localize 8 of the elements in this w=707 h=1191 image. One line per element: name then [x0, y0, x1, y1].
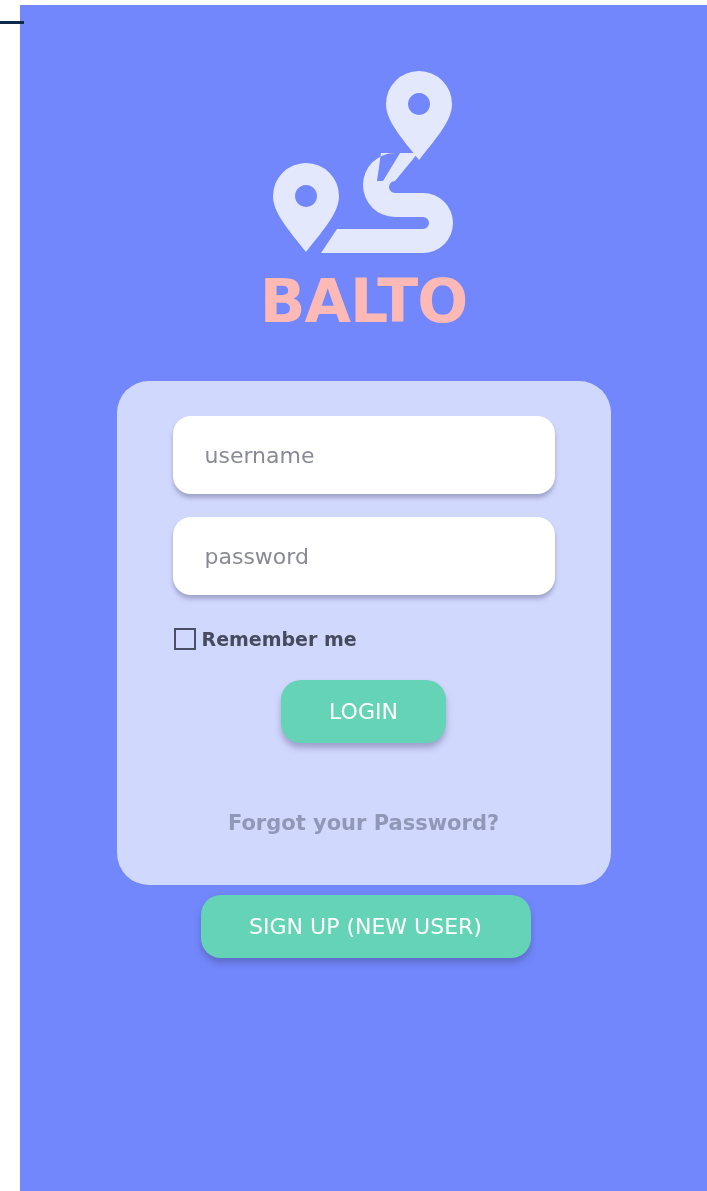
- username-field[interactable]: username: [172, 416, 555, 494]
- remember-checkbox[interactable]: [173, 628, 196, 650]
- remember-label: Remember me: [201, 628, 357, 650]
- app-name: BALTO: [259, 271, 468, 331]
- forgot-password-link[interactable]: Forgot your Password?: [227, 811, 500, 835]
- sign-up-button[interactable]: SIGN UP (NEW USER): [200, 895, 531, 958]
- password-field[interactable]: password: [172, 517, 555, 595]
- login-button[interactable]: LOGIN: [281, 680, 446, 743]
